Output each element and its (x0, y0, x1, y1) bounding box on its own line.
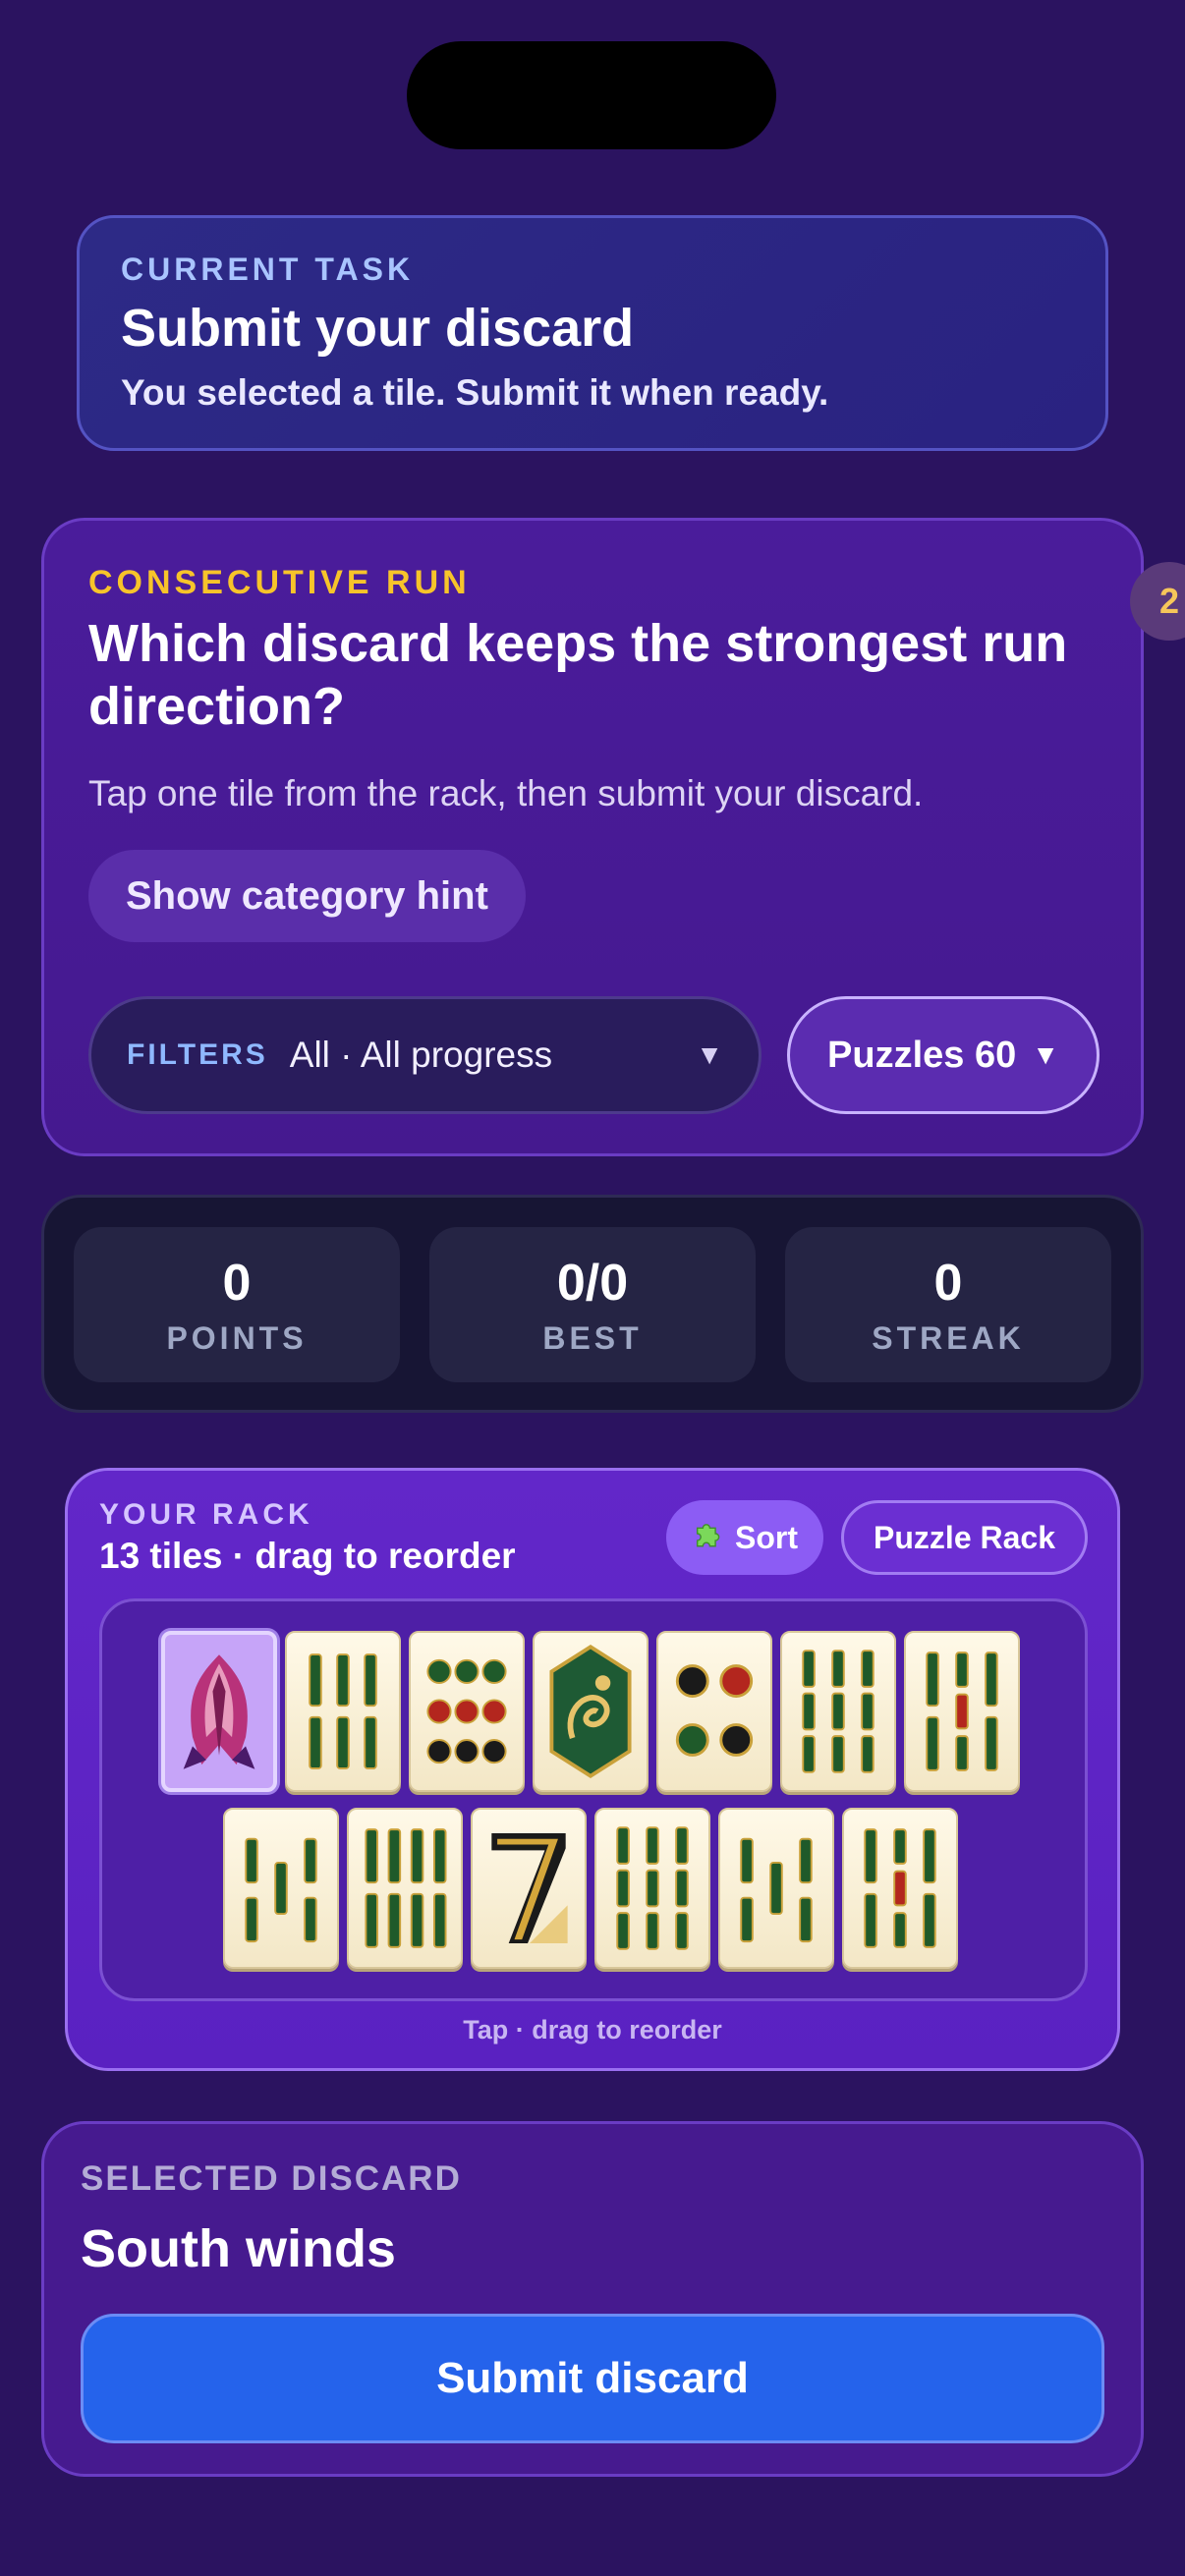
sort-label: Sort (735, 1519, 799, 1555)
stat-label: POINTS (166, 1319, 308, 1356)
stat-value: 0/0 (556, 1254, 629, 1312)
stats-panel: 0 POINTS 0/0 BEST 0 STREAK (41, 1195, 1144, 1413)
discard-tile-name: South winds (81, 2219, 396, 2278)
tile-bamboo[interactable] (842, 1808, 958, 1969)
tile-bamboo[interactable] (594, 1808, 710, 1969)
puzzle-piece-icon (692, 1517, 725, 1558)
tile-bamboo[interactable] (904, 1631, 1020, 1792)
current-task-card: CURRENT TASK Submit your discard You sel… (77, 215, 1108, 451)
show-hint-button[interactable]: Show category hint (88, 850, 526, 942)
selected-discard-card: SELECTED DISCARD South winds Submit disc… (41, 2121, 1144, 2477)
rack-footer: Tap · drag to reorder (463, 2015, 722, 2044)
puzzle-category: CONSECUTIVE RUN (88, 564, 471, 601)
tile-dots[interactable] (409, 1631, 525, 1792)
tile-bamboo[interactable] (347, 1808, 463, 1969)
rack-actions: Sort Puzzle Rack (666, 1500, 1088, 1575)
filters-value: All · All progress (289, 1035, 553, 1075)
tile-bamboo[interactable] (285, 1631, 401, 1792)
tile-south-wind[interactable] (161, 1631, 277, 1792)
puzzles-label: Puzzles 60 (827, 1034, 1017, 1076)
submit-discard-button[interactable]: Submit discard (81, 2314, 1104, 2443)
dynamic-island (407, 41, 776, 149)
task-subtitle: You selected a tile. Submit it when read… (121, 372, 829, 413)
stat-label: STREAK (872, 1319, 1025, 1356)
stat-streak: 0 STREAK (785, 1227, 1111, 1382)
filter-row: FILTERS All · All progress ▼ Puzzles 60 … (88, 996, 1100, 1114)
puzzle-rack-button[interactable]: Puzzle Rack (841, 1500, 1088, 1575)
stat-value: 0 (222, 1254, 252, 1312)
tile-bamboo[interactable] (223, 1808, 339, 1969)
tile-bamboo[interactable] (718, 1808, 834, 1969)
filters-dropdown[interactable]: FILTERS All · All progress ▼ (88, 996, 762, 1114)
stat-value: 0 (933, 1254, 963, 1312)
chevron-down-icon: ▼ (696, 1039, 723, 1070)
tile-seven[interactable] (471, 1808, 587, 1969)
tile-tray (99, 1598, 1088, 2001)
stat-label: BEST (542, 1319, 643, 1356)
puzzle-instruction: Tap one tile from the rack, then submit … (88, 773, 924, 813)
task-title: Submit your discard (121, 299, 635, 358)
tile-bamboo[interactable] (780, 1631, 896, 1792)
puzzle-question: Which discard keeps the strongest run di… (88, 614, 1068, 736)
rack-card: YOUR RACK 13 tiles · drag to reorder Sor… (65, 1468, 1120, 2071)
tile-dragon[interactable] (533, 1631, 649, 1792)
stat-points: 0 POINTS (74, 1227, 400, 1382)
tile-dots[interactable] (656, 1631, 772, 1792)
stat-best: 0/0 BEST (429, 1227, 756, 1382)
puzzle-card: CONSECUTIVE RUN Which discard keeps the … (41, 518, 1144, 1156)
puzzles-dropdown[interactable]: Puzzles 60 ▼ (787, 996, 1100, 1114)
task-kicker: CURRENT TASK (121, 252, 415, 287)
chevron-down-icon: ▼ (1032, 1039, 1059, 1070)
filters-label: FILTERS (127, 1038, 268, 1071)
sort-button[interactable]: Sort (666, 1500, 824, 1575)
discard-kicker: SELECTED DISCARD (81, 2159, 462, 2198)
